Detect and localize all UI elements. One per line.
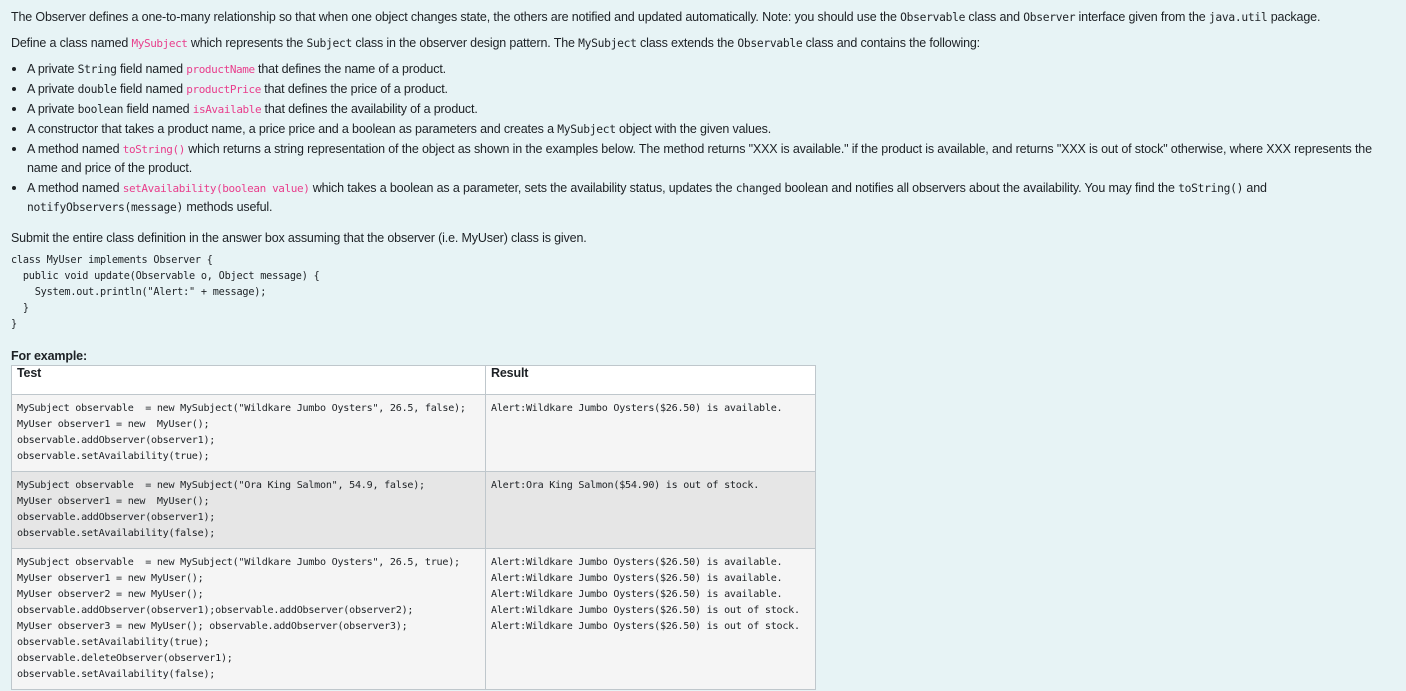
define-text: which represents the (187, 36, 307, 50)
table-row: MySubject observable = new MySubject("Or… (11, 471, 816, 549)
code-mysubject: MySubject (578, 37, 637, 50)
intro-text: The Observer defines a one-to-many relat… (11, 10, 901, 24)
intro-text: interface given from the (1075, 10, 1209, 24)
result-output: Alert:Wildkare Jumbo Oysters($26.50) is … (491, 557, 800, 632)
list-item: A method named toString() which returns … (27, 139, 1406, 178)
define-text: class in the observer design pattern. Th… (352, 36, 579, 50)
column-header-result: Result (485, 365, 816, 395)
code-subject: Subject (306, 37, 353, 50)
test-code: MySubject observable = new MySubject("Or… (17, 480, 425, 539)
test-cell: MySubject observable = new MySubject("Wi… (11, 394, 486, 472)
code-java-util: java.util (1208, 11, 1268, 24)
test-code: MySubject observable = new MySubject("Wi… (17, 403, 466, 462)
define-text: class and contains the following: (802, 36, 981, 50)
intro-text: package. (1267, 10, 1321, 24)
list-item: A private boolean field named isAvailabl… (27, 99, 1406, 119)
intro-text: class and (965, 10, 1024, 24)
list-item: A method named setAvailability(boolean v… (27, 178, 1406, 217)
test-code: MySubject observable = new MySubject("Wi… (17, 557, 460, 680)
intro-paragraph: The Observer defines a one-to-many relat… (11, 9, 1406, 26)
result-output: Alert:Wildkare Jumbo Oysters($26.50) is … (491, 403, 783, 414)
class-name-highlight: MySubject (131, 37, 188, 50)
code-observer: Observer (1023, 11, 1076, 24)
result-cell: Alert:Wildkare Jumbo Oysters($26.50) is … (485, 394, 816, 472)
table-row: MySubject observable = new MySubject("Wi… (11, 394, 816, 472)
code-observable: Observable (737, 37, 803, 50)
given-code-block: class MyUser implements Observer { publi… (11, 255, 320, 330)
result-cell: Alert:Wildkare Jumbo Oysters($26.50) is … (485, 548, 816, 690)
define-text: class extends the (636, 36, 738, 50)
define-text: Define a class named (11, 36, 132, 50)
list-item: A constructor that takes a product name,… (27, 119, 1406, 139)
for-example-heading: For example: (11, 349, 88, 363)
column-header-test: Test (11, 365, 486, 395)
question-text: The Observer defines a one-to-many relat… (0, 0, 1406, 365)
test-cell: MySubject observable = new MySubject("Or… (11, 471, 486, 549)
test-cell: MySubject observable = new MySubject("Wi… (11, 548, 486, 690)
examples-table: Test Result MySubject observable = new M… (11, 365, 816, 690)
list-item: A private String field named productName… (27, 59, 1406, 79)
list-item: A private double field named productPric… (27, 79, 1406, 99)
table-header-row: Test Result (11, 365, 816, 395)
result-output: Alert:Ora King Salmon($54.90) is out of … (491, 480, 760, 491)
table-row: MySubject observable = new MySubject("Wi… (11, 548, 816, 690)
define-paragraph: Define a class named MySubject which rep… (11, 35, 1406, 52)
submit-instructions: Submit the entire class definition in th… (11, 231, 587, 245)
result-cell: Alert:Ora King Salmon($54.90) is out of … (485, 471, 816, 549)
requirements-list: A private String field named productName… (11, 59, 1406, 217)
code-observable: Observable (900, 11, 966, 24)
